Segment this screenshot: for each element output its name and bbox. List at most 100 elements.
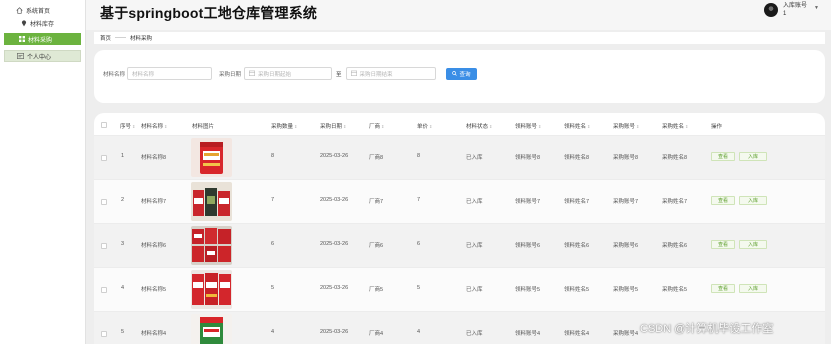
sort-icon: ⇕ (429, 124, 433, 129)
grid-icon (18, 36, 25, 43)
row-checkbox[interactable] (101, 243, 107, 249)
material-image (191, 226, 232, 265)
purchase-quantity: 7 (271, 197, 275, 203)
view-button[interactable]: 查看 (711, 240, 735, 249)
view-button[interactable]: 查看 (711, 284, 735, 293)
user-menu[interactable]: 入库账号 1 ▼ (764, 2, 819, 18)
column-header[interactable]: 单价⇕ (417, 122, 432, 130)
column-header[interactable]: 采购姓名⇕ (662, 122, 688, 130)
material-name: 材料名称5 (141, 287, 167, 293)
top-header: 基于springboot工地仓库管理系统 入库账号 1 ▼ (86, 0, 831, 30)
sort-icon: ⇕ (343, 124, 347, 129)
column-header[interactable]: 序号⇕ (120, 122, 135, 130)
material-image (191, 182, 232, 221)
material-image (191, 138, 232, 177)
sidebar-item-label: 个人中心 (27, 54, 52, 61)
row-number: 1 (121, 153, 125, 159)
sort-icon: ⇕ (381, 124, 385, 129)
purchase-quantity: 6 (271, 241, 275, 247)
material-name: 材料名称6 (141, 243, 167, 249)
receiver-name: 领料姓名7 (564, 199, 590, 205)
sidebar-item-label: 系统首页 (26, 9, 51, 15)
sort-icon: ⇕ (636, 124, 640, 129)
buyer-name: 采购姓名7 (662, 199, 688, 205)
sort-icon: ⇕ (587, 124, 591, 129)
select-all-checkbox[interactable] (101, 122, 107, 128)
receiver-account: 领料账号8 (515, 155, 541, 161)
search-panel: 材料名称 材料名称 采购日期 采购日期起始 至 采购日期结束 查询 (94, 50, 825, 103)
row-checkbox[interactable] (101, 155, 107, 161)
user-name: 入库账号 (783, 3, 808, 9)
column-header[interactable]: 领料姓名⇕ (564, 122, 590, 130)
column-header[interactable]: 采购数量⇕ (271, 122, 297, 130)
sort-icon: ⇕ (164, 124, 168, 129)
start-date-input[interactable]: 采购日期起始 (244, 67, 333, 80)
row-number: 5 (121, 329, 125, 335)
column-header[interactable]: 领料账号⇕ (515, 122, 541, 130)
receiver-account: 领料账号6 (515, 243, 541, 249)
row-checkbox[interactable] (101, 199, 107, 205)
breadcrumb: 首页 —— 材料采购 (94, 32, 825, 44)
sort-icon: ⇕ (294, 124, 298, 129)
breadcrumb-home[interactable]: 首页 (100, 34, 111, 42)
sidebar-item-material-purchase[interactable]: 材料采购 (4, 33, 81, 45)
search-icon (452, 70, 458, 78)
material-status: 已入库 (466, 155, 483, 161)
chevron-down-icon[interactable]: ▼ (814, 5, 819, 11)
avatar[interactable] (764, 3, 779, 17)
buyer-account: 采购账号8 (613, 155, 639, 161)
search-button[interactable]: 查询 (446, 68, 477, 80)
sidebar-item-material-stock[interactable]: 材料库存 (0, 17, 85, 30)
material-status: 已入库 (466, 243, 483, 249)
material-status: 已入库 (466, 199, 483, 205)
stock-in-button[interactable]: 入库 (739, 196, 767, 205)
date-range-separator: 至 (336, 71, 342, 78)
sidebar: 系统首页 材料库存 材料采购 个人中心 (0, 0, 86, 344)
material-status: 已入库 (466, 287, 483, 293)
table-row: 1 材料名称8 8 2025-03-26 厂商8 8 已入库 领料账号8 领料姓… (94, 135, 825, 179)
buyer-account: 采购账号4 (613, 331, 639, 337)
material-name: 材料名称8 (141, 155, 167, 161)
watermark: CSDN @计算机毕设工作室 (640, 323, 774, 335)
sort-icon: ⇕ (538, 124, 542, 129)
receiver-name: 领料姓名6 (564, 243, 590, 249)
material-name-label: 材料名称 (103, 71, 126, 78)
purchase-date: 2025-03-26 (320, 285, 349, 291)
calendar-icon (249, 70, 256, 78)
stock-in-button[interactable]: 入库 (739, 152, 767, 161)
material-status: 已入库 (466, 331, 483, 337)
column-header[interactable]: 采购日期⇕ (320, 122, 346, 130)
purchase-date-label: 采购日期 (219, 71, 242, 78)
buyer-account: 采购账号5 (613, 287, 639, 293)
stock-in-button[interactable]: 入库 (739, 284, 767, 293)
sidebar-item-personal-center[interactable]: 个人中心 (4, 50, 81, 62)
sidebar-item-label: 材料库存 (30, 22, 55, 28)
sort-icon: ⇕ (685, 124, 689, 129)
column-header[interactable]: 材料名称⇕ (141, 122, 167, 130)
purchase-date: 2025-03-26 (320, 153, 349, 159)
receiver-name: 领料姓名5 (564, 287, 590, 293)
view-button[interactable]: 查看 (711, 152, 735, 161)
view-button[interactable]: 查看 (711, 196, 735, 205)
end-date-input[interactable]: 采购日期结束 (345, 67, 436, 80)
column-header: 材料图片 (192, 124, 215, 130)
sidebar-item-home[interactable]: 系统首页 (0, 4, 85, 17)
row-checkbox[interactable] (101, 331, 107, 337)
column-header[interactable]: 材料状态⇕ (466, 122, 492, 130)
row-checkbox[interactable] (101, 287, 107, 293)
buyer-name: 采购姓名6 (662, 243, 688, 249)
sort-icon: ⇕ (489, 124, 493, 129)
material-name: 材料名称7 (141, 199, 167, 205)
table-row: 3 材料名称6 6 2025-03-26 厂商6 6 已入库 领料账号6 领料姓… (94, 223, 825, 267)
breadcrumb-current: 材料采购 (130, 36, 153, 42)
material-name-input[interactable]: 材料名称 (127, 67, 213, 80)
user-sub: 1 (783, 11, 787, 17)
stock-in-button[interactable]: 入库 (739, 240, 767, 249)
purchase-date-filter: 采购日期 采购日期起始 至 采购日期结束 (219, 67, 436, 80)
row-number: 3 (121, 241, 125, 247)
unit-price: 7 (417, 197, 421, 203)
column-header[interactable]: 厂商⇕ (369, 122, 384, 130)
purchase-date: 2025-03-26 (320, 241, 349, 247)
vendor: 厂商5 (369, 287, 384, 293)
column-header[interactable]: 采购账号⇕ (613, 122, 639, 130)
